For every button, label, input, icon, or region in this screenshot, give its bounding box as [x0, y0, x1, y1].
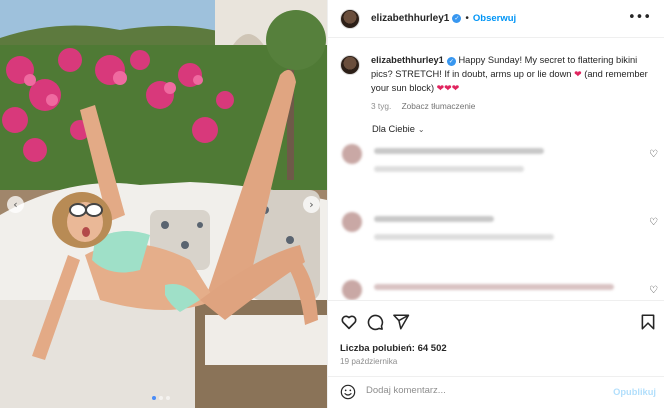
avatar[interactable] [340, 8, 360, 29]
like-comment-heart-icon[interactable]: ♡ [649, 217, 658, 228]
comment-input[interactable] [366, 385, 596, 396]
caption-username[interactable]: elizabethhurley1 [371, 55, 444, 65]
avatar[interactable] [340, 55, 360, 75]
blurred-text [374, 216, 494, 222]
verified-badge-icon: ✓ [446, 57, 456, 67]
bookmark-icon[interactable] [639, 313, 657, 331]
post-sidebar: elizabethhurley1 ✓ • Obserwuj ••• elizab… [327, 0, 664, 408]
like-comment-heart-icon[interactable]: ♡ [649, 149, 658, 160]
post-age: 3 tyg. [371, 100, 392, 111]
list-item: ♡ [340, 144, 660, 184]
likes-count[interactable]: Liczba polubień: 64 502 [340, 343, 447, 354]
previous-slide-button[interactable]: ‹ [7, 196, 24, 213]
separator-dot: • [465, 13, 469, 24]
publish-button[interactable]: Opublikuj [613, 387, 656, 397]
blurred-text [374, 284, 614, 290]
chevron-right-icon: › [309, 198, 314, 211]
comment-composer: Opublikuj [328, 376, 664, 408]
list-item: ♡ [340, 212, 660, 252]
verified-badge-icon: ✓ [452, 14, 462, 23]
chevron-down-icon: ⌄ [417, 125, 425, 134]
more-dots-icon[interactable]: ••• [628, 10, 651, 25]
avatar [342, 144, 362, 164]
translate-link[interactable]: Zobacz tłumaczenie [402, 101, 476, 111]
blurred-text [374, 166, 524, 172]
slide-indicator [152, 396, 170, 400]
comment-sort-dropdown[interactable]: Dla Ciebie ⌄ [372, 124, 425, 134]
post-header: elizabethhurley1 ✓ • Obserwuj ••• [328, 0, 664, 38]
slide-dot [152, 396, 156, 400]
blurred-text [374, 148, 544, 154]
comment-sort-label: Dla Ciebie [372, 124, 415, 134]
avatar [342, 280, 362, 300]
chevron-left-icon: ‹ [13, 198, 18, 211]
emoji-icon[interactable] [340, 384, 356, 400]
comment-icon[interactable] [366, 313, 384, 331]
slide-dot [166, 396, 170, 400]
heart-icon[interactable] [340, 313, 358, 331]
avatar [342, 212, 362, 232]
hearts-emoji: ❤❤❤ [436, 84, 460, 94]
post-date: 19 października [340, 357, 398, 366]
follow-button[interactable]: Obserwuj [473, 13, 516, 24]
post-caption: elizabethhurley1 ✓ Happy Sunday! My secre… [340, 54, 655, 111]
username-link[interactable]: elizabethhurley1 [371, 13, 449, 24]
slide-dot [159, 396, 163, 400]
heart-emoji: ❤ [574, 69, 582, 80]
blurred-text [374, 234, 554, 240]
share-icon[interactable] [392, 313, 410, 331]
like-comment-heart-icon[interactable]: ♡ [649, 285, 658, 296]
next-slide-button[interactable]: › [303, 196, 320, 213]
post-image[interactable]: ‹ › [0, 0, 327, 408]
post-photo [0, 0, 327, 408]
